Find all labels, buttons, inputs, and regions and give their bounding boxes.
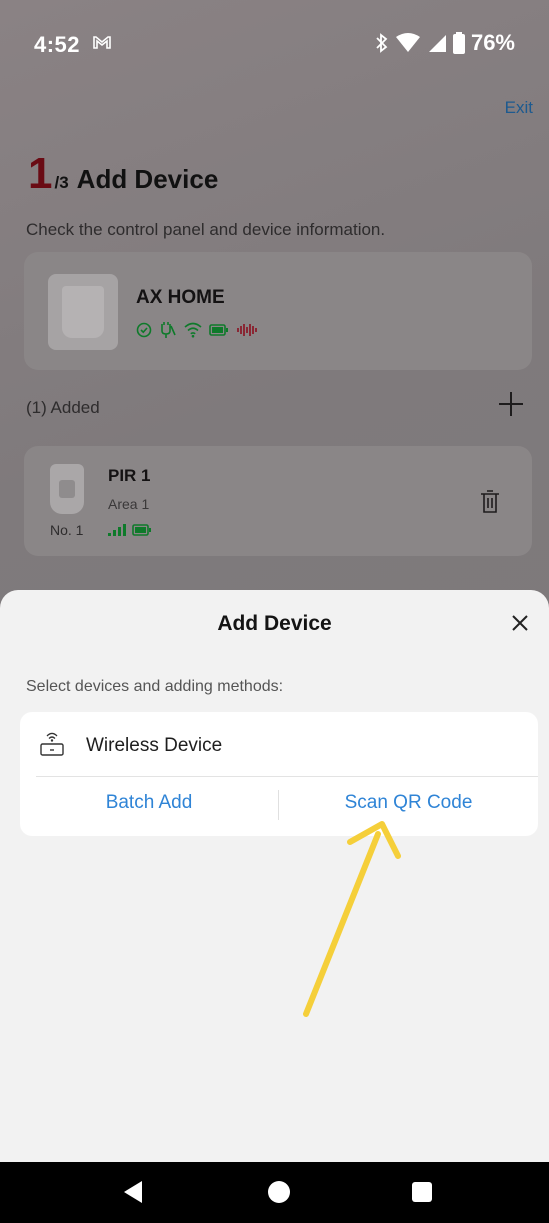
control-panel-status-icons [136,322,258,338]
system-nav-bar [0,1162,549,1223]
status-time: 4:52 [34,32,81,57]
cell-signal-icon [428,35,446,52]
exit-link[interactable]: Exit [505,98,533,118]
pir-sensor-image [50,464,84,514]
added-count-label: (1) Added [26,398,100,417]
step-header: 1 /3 Add Device [28,152,218,196]
control-panel-image [48,274,118,350]
status-indicators: 76% [375,30,515,56]
sheet-hint: Select devices and adding methods: [26,678,284,695]
wifi-status-icon [184,322,202,338]
device-battery-icon [132,524,151,536]
check-circle-icon [136,322,152,338]
battery-percent: 76% [470,30,515,55]
gmail-notification-icon [93,36,111,49]
batch-add-button[interactable]: Batch Add [20,792,278,814]
step-total: /3 [54,173,69,192]
wireless-device-icon [40,732,64,756]
nav-back-icon[interactable] [122,1180,144,1204]
battery-status-icon [209,324,228,336]
device-number: No. 1 [50,522,84,538]
page-title: Add Device [76,164,219,194]
wifi-icon [395,33,420,52]
scan-qr-code-button[interactable]: Scan QR Code [279,792,538,814]
device-card[interactable]: No. 1 PIR 1 Area 1 [24,446,532,556]
add-device-plus-icon[interactable] [499,392,523,416]
status-bar: 4:52 76% [0,0,549,80]
signal-bars-icon [108,524,126,536]
delete-trash-icon[interactable] [480,490,500,514]
close-icon[interactable] [509,612,531,634]
device-name: PIR 1 [108,466,151,485]
sheet-title: Add Device [217,612,332,635]
power-plug-icon [161,322,176,338]
wireless-device-label: Wireless Device [86,735,223,756]
siren-sound-icon [237,324,257,336]
control-panel-name: AX HOME [136,287,225,308]
step-current: 1 [28,149,53,198]
wireless-device-card: Wireless Device Batch Add Scan QR Code [20,712,538,836]
add-device-bottom-sheet: Add Device Select devices and adding met… [0,590,549,1162]
nav-home-icon[interactable] [268,1181,290,1203]
nav-recent-apps-icon[interactable] [412,1182,432,1202]
page-subtitle: Check the control panel and device infor… [26,220,386,239]
control-panel-card[interactable]: AX HOME [24,252,532,370]
annotation-arrow [303,821,401,1017]
device-area: Area 1 [108,496,150,512]
device-status-icons [108,524,152,536]
battery-icon [452,32,465,54]
bluetooth-icon [376,33,388,53]
method-divider [36,776,538,777]
